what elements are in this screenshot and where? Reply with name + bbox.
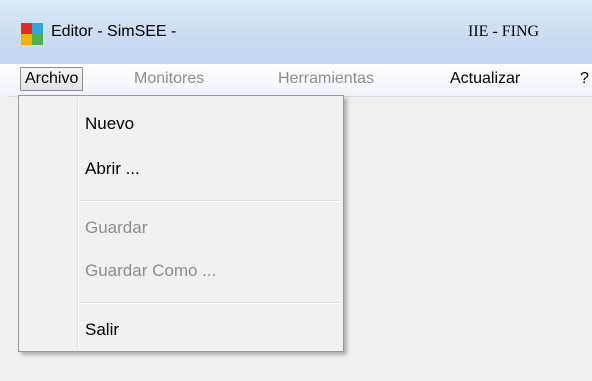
menu-archivo[interactable]: Archivo — [20, 67, 84, 91]
menu-item-nuevo[interactable]: Nuevo — [85, 109, 134, 139]
archivo-dropdown-menu: Nuevo Abrir ... Guardar Guardar Como ...… — [18, 95, 344, 352]
menu-help[interactable]: ? — [576, 67, 592, 91]
menu-herramientas[interactable]: Herramientas — [274, 67, 378, 91]
window-left-edge — [0, 96, 8, 381]
menu-item-abrir[interactable]: Abrir ... — [85, 154, 140, 184]
org-title: IIE - FING — [468, 23, 540, 40]
menu-item-guardar[interactable]: Guardar — [85, 213, 147, 243]
simsee-app-icon[interactable] — [21, 23, 43, 45]
menu-separator — [79, 200, 339, 202]
title-bar: Editor - SimSEE - IIE - FING — [0, 0, 592, 64]
window-title: Editor - SimSEE - — [51, 23, 177, 40]
menu-item-guardar-como[interactable]: Guardar Como ... — [85, 256, 216, 286]
menu-item-salir[interactable]: Salir — [85, 315, 119, 345]
menu-icon-gutter — [77, 98, 79, 349]
menu-actualizar[interactable]: Actualizar — [446, 67, 524, 91]
menu-monitores[interactable]: Monitores — [130, 67, 208, 91]
menu-separator — [79, 302, 339, 304]
